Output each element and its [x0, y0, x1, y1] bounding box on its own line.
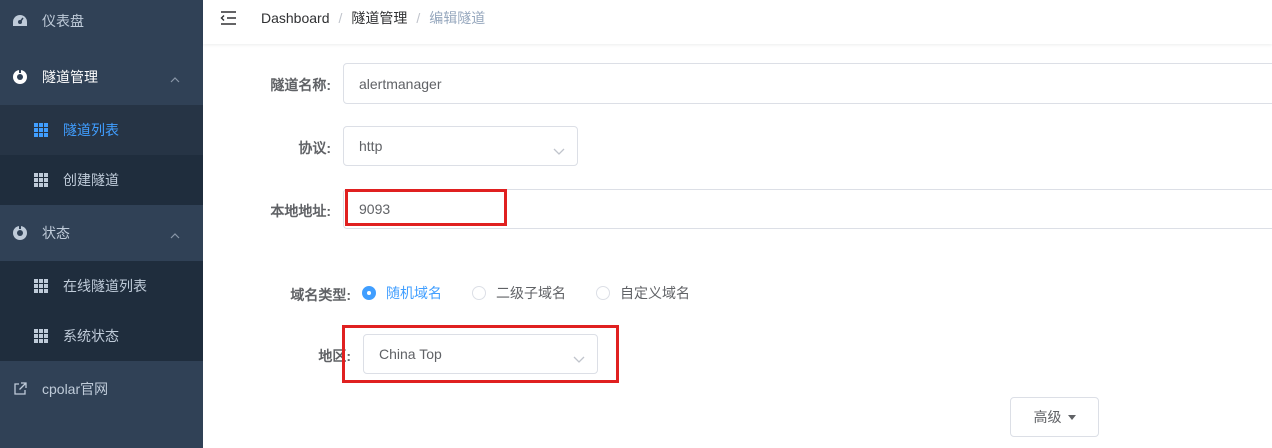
breadcrumb-separator: / — [416, 10, 421, 26]
sidebar: 仪表盘 隧道管理 隧道列表 创建隧道 状态 在线隧道列表 系统状态 cpolar… — [0, 0, 203, 448]
radio-custom-domain[interactable]: 自定义域名 — [596, 283, 690, 303]
breadcrumb-item: 编辑隧道 — [429, 10, 486, 26]
tunnel-name-input[interactable]: alertmanager — [343, 63, 1272, 104]
sidebar-item-label: 在线隧道列表 — [63, 278, 147, 294]
highlight-box — [342, 325, 619, 383]
sidebar-item-tunnel-list[interactable]: 隧道列表 — [0, 105, 203, 155]
sidebar-item-label: 状态 — [42, 225, 70, 241]
protocol-select[interactable]: http — [343, 126, 578, 166]
chevron-down-icon — [553, 142, 565, 158]
sidebar-item-status[interactable]: 状态 — [0, 208, 203, 258]
advanced-button[interactable]: 高级 — [1010, 397, 1099, 437]
sidebar-item-label: 隧道管理 — [42, 69, 98, 85]
radio-unchecked-icon — [596, 286, 610, 300]
breadcrumb-item[interactable]: Dashboard — [261, 10, 330, 26]
grid-icon — [33, 122, 49, 138]
sidebar-item-cpolar-website[interactable]: cpolar官网 — [0, 364, 203, 414]
sidebar-item-system-status[interactable]: 系统状态 — [0, 311, 203, 361]
domain-type-label: 域名类型: — [290, 287, 351, 303]
sidebar-item-create-tunnel[interactable]: 创建隧道 — [0, 155, 203, 205]
radio-checked-icon — [362, 286, 376, 300]
status-icon — [12, 225, 28, 241]
sidebar-item-online-tunnels[interactable]: 在线隧道列表 — [0, 261, 203, 311]
radio-subdomain[interactable]: 二级子域名 — [472, 283, 566, 303]
sidebar-item-label: cpolar官网 — [42, 381, 109, 397]
region-label: 地区: — [318, 348, 351, 364]
sidebar-item-label: 隧道列表 — [63, 122, 119, 138]
grid-icon — [33, 172, 49, 188]
domain-type-radio-group: 随机域名 二级子域名 自定义域名 — [362, 282, 720, 304]
grid-icon — [33, 328, 49, 344]
protocol-value: http — [359, 138, 383, 154]
sidebar-item-tunnel-management[interactable]: 隧道管理 — [0, 52, 203, 102]
advanced-button-label: 高级 — [1033, 409, 1062, 425]
sidebar-item-label: 仪表盘 — [42, 13, 84, 29]
chevron-up-icon — [170, 70, 180, 86]
hamburger-icon[interactable] — [220, 10, 238, 28]
external-link-icon — [12, 381, 28, 397]
breadcrumb-separator: / — [338, 10, 343, 26]
tunnel-name-label: 隧道名称: — [270, 77, 331, 93]
tunnel-name-value: alertmanager — [359, 75, 442, 92]
grid-icon — [33, 278, 49, 294]
sidebar-item-dashboard[interactable]: 仪表盘 — [0, 0, 203, 46]
highlight-box — [345, 189, 507, 226]
radio-label: 自定义域名 — [620, 285, 690, 301]
navbar: Dashboard / 隧道管理 / 编辑隧道 — [203, 0, 1272, 44]
breadcrumb: Dashboard / 隧道管理 / 编辑隧道 — [261, 0, 485, 36]
breadcrumb-item[interactable]: 隧道管理 — [351, 8, 407, 28]
sidebar-item-label: 系统状态 — [63, 328, 119, 344]
caret-down-icon — [1067, 414, 1076, 420]
radio-random-domain[interactable]: 随机域名 — [362, 283, 442, 303]
local-address-label: 本地地址: — [270, 203, 331, 219]
chevron-up-icon — [170, 226, 180, 242]
protocol-label: 协议: — [298, 140, 331, 156]
radio-label: 二级子域名 — [496, 285, 566, 301]
sidebar-item-label: 创建隧道 — [63, 172, 119, 188]
dashboard-icon — [12, 13, 28, 29]
radio-label: 随机域名 — [386, 285, 442, 301]
tunnel-icon — [12, 69, 28, 85]
radio-unchecked-icon — [472, 286, 486, 300]
